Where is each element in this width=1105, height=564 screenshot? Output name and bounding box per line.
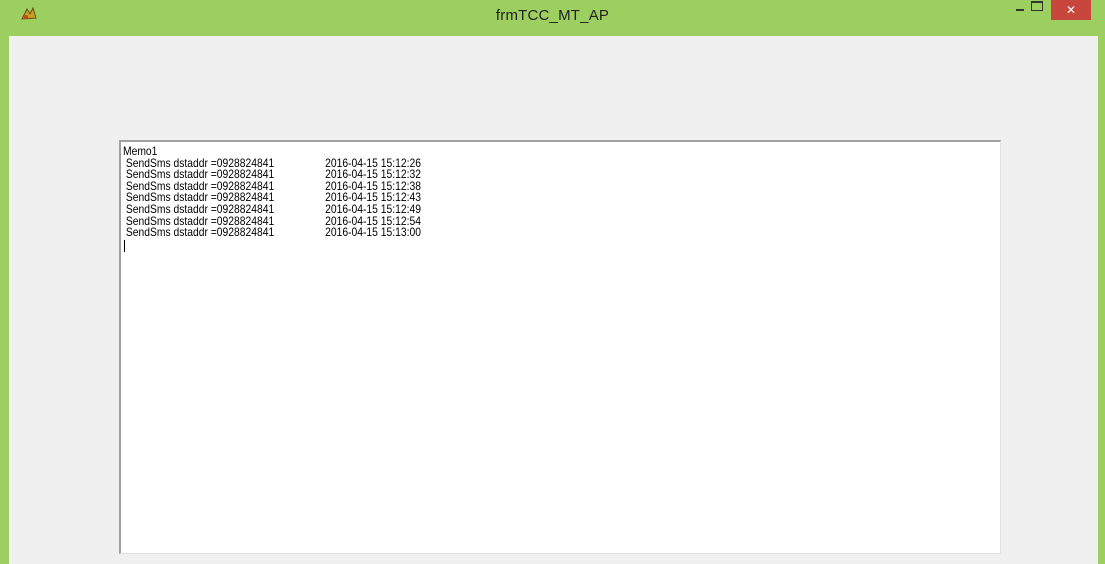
text-caret (124, 239, 125, 252)
memo-textarea[interactable]: Memo1 SendSms dstaddr =0928824841 2016-04… (119, 140, 1001, 554)
log-timestamp: 2016-04-15 15:13:00 (325, 225, 421, 240)
memo-log-line: SendSms dstaddr =0928824841 2016-04-15 15… (123, 225, 877, 240)
form-client-area: Memo1 SendSms dstaddr =0928824841 2016-04… (9, 36, 1098, 564)
app-window: frmTCC_MT_AP ✕ Memo1 SendSms dstaddr =09… (0, 0, 1105, 564)
window-title: frmTCC_MT_AP (495, 7, 610, 24)
log-message: SendSms dstaddr =0928824841 (123, 225, 275, 240)
memo-log-lines: SendSms dstaddr =0928824841 2016-04-15 15… (123, 157, 1000, 240)
close-button[interactable]: ✕ (1051, 0, 1091, 20)
title-bar[interactable]: frmTCC_MT_AP ✕ (0, 0, 1105, 36)
maximize-button[interactable] (1025, 0, 1051, 20)
